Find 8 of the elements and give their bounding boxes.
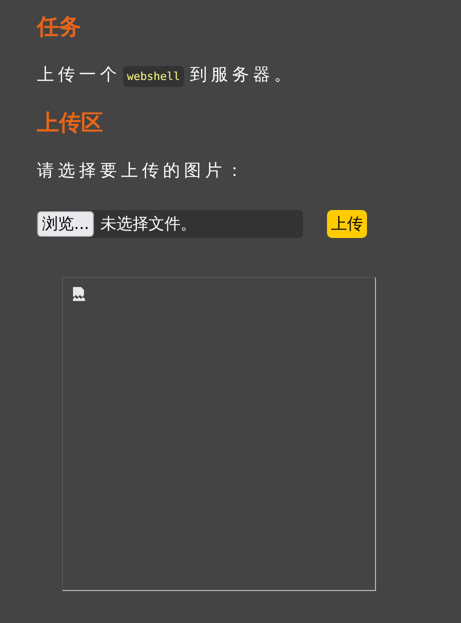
- upload-prompt: 请选择要上传的图片：: [37, 160, 247, 183]
- section-heading: 上传区: [37, 110, 103, 138]
- browse-button[interactable]: 浏览...: [37, 211, 94, 237]
- upload-button[interactable]: 上传: [327, 210, 367, 238]
- section-heading: 任务: [37, 14, 81, 42]
- file-input[interactable]: 浏览... 未选择文件。: [37, 210, 303, 238]
- task-description: 上传一个 webshell 到服务器。: [37, 64, 295, 89]
- file-status: 未选择文件。: [100, 214, 196, 234]
